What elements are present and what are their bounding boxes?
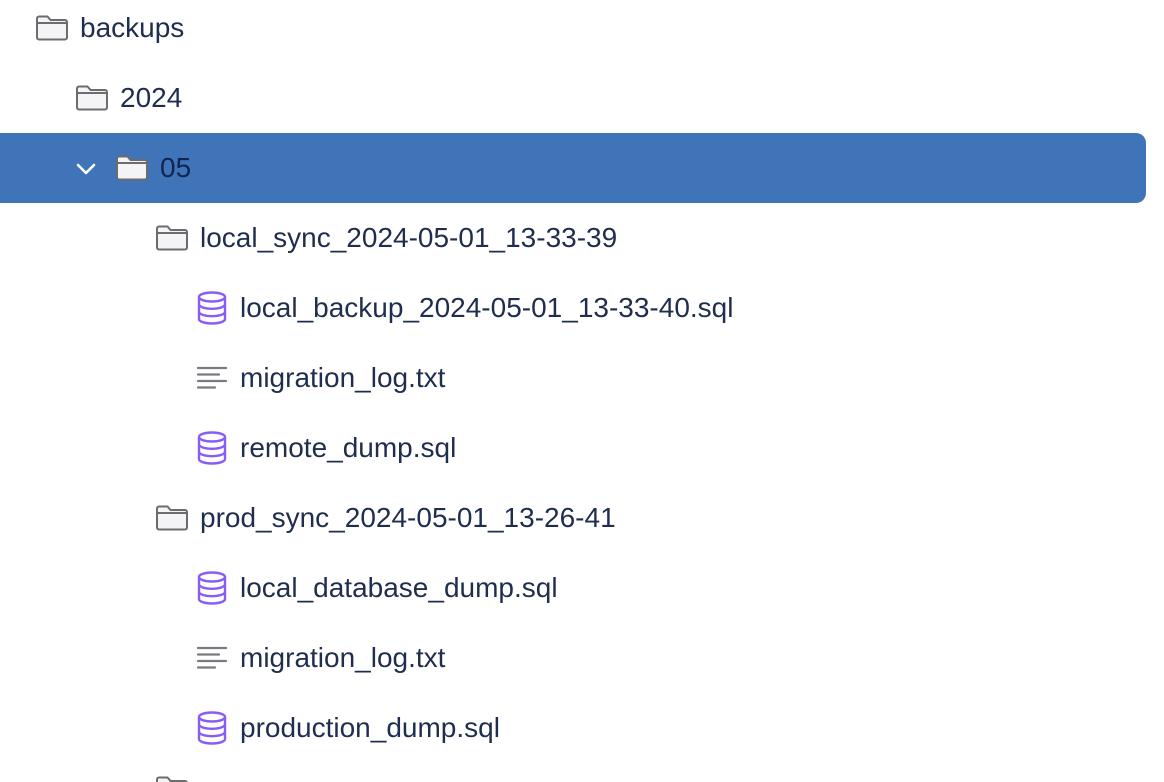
database-icon [194, 710, 230, 746]
folder-icon [154, 771, 190, 782]
tree-row-local-backup-sql[interactable]: local_backup_2024-05-01_13-33-40.sql [0, 273, 1146, 343]
tree-row-label: 2024 [120, 82, 183, 113]
tree-row-2024[interactable]: 2024 [0, 63, 1146, 133]
folder-icon [154, 500, 190, 536]
tree-row-migration-log[interactable]: migration_log.txt [0, 343, 1146, 413]
tree-row-label: local_sync_2024-05-01_13-33-39 [200, 222, 618, 253]
tree-row-label: backups [80, 12, 185, 43]
folder-icon [34, 10, 70, 46]
database-icon [194, 430, 230, 466]
tree-row-migration-log[interactable]: migration_log.txt [0, 623, 1146, 693]
tree-row-local-sync-folder[interactable]: local_sync_2024-05-01_13-33-39 [0, 203, 1146, 273]
tree-row-label: migration_log.txt [240, 642, 446, 673]
text-file-icon [194, 360, 230, 396]
tree-row-label: local_backup_2024-05-01_13-33-40.sql [240, 292, 734, 323]
folder-icon [74, 80, 110, 116]
tree-row-backups[interactable]: backups [0, 0, 1146, 63]
tree-row-label: migration_log.txt [240, 362, 446, 393]
text-file-icon [194, 640, 230, 676]
chevron-down-icon[interactable] [74, 156, 98, 180]
tree-row-label: prod_sync_2024-05-01_13-26-41 [200, 502, 616, 533]
tree-row-05[interactable]: 05 [0, 133, 1146, 203]
tree-row-production-dump-sql[interactable]: production_dump.sql [0, 693, 1146, 763]
tree-row-remote-dump-sql[interactable]: remote_dump.sql [0, 413, 1146, 483]
tree-row-label: remote_dump.sql [240, 432, 457, 463]
tree-row-prod-sync-folder[interactable]: prod_sync_2024-05-01_13-26-41 [0, 483, 1146, 553]
file-tree: backups 2024 05 local_sync_2024-05-01_13… [0, 0, 1164, 782]
tree-row-local-database-dump-sql[interactable]: local_database_dump.sql [0, 553, 1146, 623]
folder-icon [154, 220, 190, 256]
folder-icon [114, 150, 150, 186]
tree-row-label: production_dump.sql [240, 712, 500, 743]
database-icon [194, 570, 230, 606]
tree-row-label: 05 [160, 152, 192, 183]
tree-row-label: local_database_dump.sql [240, 572, 558, 603]
database-icon [194, 290, 230, 326]
